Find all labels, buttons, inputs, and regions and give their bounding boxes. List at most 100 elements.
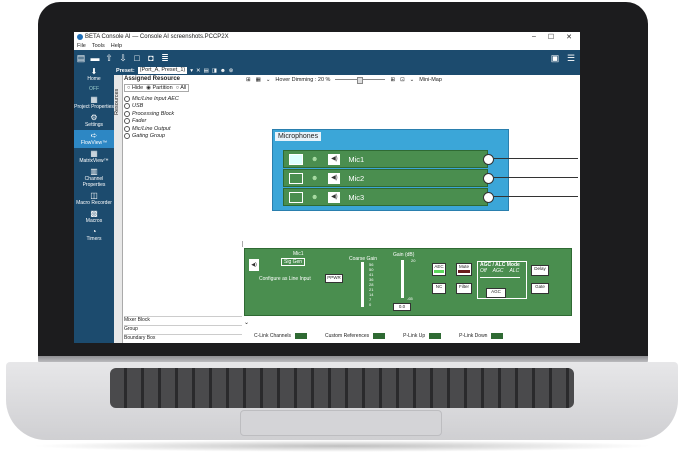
new-icon[interactable]: □ <box>132 53 142 63</box>
chevron-down-icon[interactable]: ▾ <box>190 68 193 74</box>
resources-tab[interactable]: Resources <box>114 75 123 343</box>
open-icon[interactable]: ▬ <box>90 53 100 63</box>
sidebar-item-matrixview[interactable]: ▦ MatrixView™ <box>74 148 114 166</box>
grid-icon[interactable]: ▦ <box>256 77 261 83</box>
print-icon[interactable]: ▤ <box>204 68 209 74</box>
toolbar: ▤ ▬ ⇧ ⇩ □ ◘ ≣ ▣ ☰ <box>74 50 580 66</box>
link-icon[interactable]: ⊗ <box>229 68 234 74</box>
minimize-button[interactable]: – <box>532 33 536 41</box>
mic-checkbox[interactable] <box>289 153 303 165</box>
list-item[interactable]: Mic/Line Output <box>124 125 179 133</box>
sidebar-item-macros[interactable]: ▩ Macros <box>74 208 114 226</box>
sidebar-item-home[interactable]: ⬇ Home <box>74 66 114 84</box>
mute-button[interactable]: Mute <box>456 263 472 276</box>
upload-icon[interactable]: ⇧ <box>104 53 114 64</box>
radio-hide[interactable]: ○ Hide <box>127 85 143 91</box>
layout-icon[interactable]: ◨ <box>212 68 217 74</box>
collapse-icon[interactable]: ⌄ <box>244 319 249 326</box>
agc-mode-agc[interactable]: AGC <box>493 268 504 274</box>
menu-help[interactable]: Help <box>111 43 122 49</box>
aec-button[interactable]: AEC <box>432 263 446 276</box>
sidebar-item-label: Macro Recorder <box>76 200 112 206</box>
list-item[interactable]: Processing Block <box>124 110 179 118</box>
sidebar-item-settings[interactable]: ⚙ Settings <box>74 112 114 130</box>
configure-line-input[interactable]: Configure as Line Input <box>259 276 311 282</box>
sidebar-item-label: Home <box>87 76 101 82</box>
output-node[interactable] <box>483 192 494 203</box>
output-node[interactable] <box>483 154 494 165</box>
sidebar-item-flowview[interactable]: ➪ FlowView™ <box>74 130 114 148</box>
sidebar-item-off[interactable]: OFF <box>74 84 114 94</box>
sig-gen-button[interactable]: Sig Gen <box>281 258 306 266</box>
list-item[interactable]: Gating Group <box>124 133 179 141</box>
sidebar-item-channel-properties[interactable]: ▥ Channel Properties <box>74 166 114 190</box>
list-item[interactable]: Boundary Box <box>124 334 242 343</box>
chevron-down-icon[interactable]: ⌄ <box>410 77 415 83</box>
list-item[interactable]: Mic/Line Input AEC <box>124 95 179 103</box>
hover-dimming-slider[interactable] <box>335 77 386 84</box>
output-node[interactable] <box>483 173 494 184</box>
menu-tools[interactable]: Tools <box>92 43 105 49</box>
preview-icon[interactable]: ◘ <box>146 53 156 63</box>
close-button[interactable]: ✕ <box>566 33 572 41</box>
delay-button[interactable]: Delay <box>531 265 549 276</box>
agc-mode-off[interactable]: Off <box>480 268 487 274</box>
speaker-icon: ◀) <box>328 191 341 203</box>
maximize-button[interactable]: ☐ <box>548 33 554 41</box>
download-icon[interactable]: ⇩ <box>118 53 128 64</box>
sidebar-item-macro-recorder[interactable]: ◫ Macro Recorder <box>74 190 114 208</box>
people-icon[interactable]: ☻ <box>220 68 226 74</box>
sidebar-item-label: Timers <box>86 236 102 242</box>
sidebar-item-project-properties[interactable]: ▦ Project Properties <box>74 94 114 112</box>
graph-icon[interactable]: ▤ <box>76 53 86 64</box>
agc-button[interactable]: AGC <box>486 288 506 298</box>
microphones-group[interactable]: Microphones ☻ ◀) Mic1 ☻ ◀) Mic2 ☻ ◀) Mic… <box>272 129 509 211</box>
radio-partition[interactable]: ◉ Partition <box>146 85 173 91</box>
ppwr-button[interactable]: PPWR <box>325 274 343 283</box>
zoom-icon[interactable]: ⊡ <box>400 77 405 83</box>
slider-thumb[interactable] <box>357 77 364 84</box>
mic-block-1[interactable]: ☻ ◀) Mic1 <box>283 150 494 168</box>
menu-icon[interactable]: ☰ <box>566 53 576 64</box>
select-icon[interactable]: ⊞ <box>246 77 251 83</box>
list-icon[interactable]: ≣ <box>160 53 170 64</box>
radio-all[interactable]: ○ All <box>176 85 187 91</box>
status-indicator <box>491 333 504 339</box>
gear-icon: ⚙ <box>90 113 98 122</box>
resource-panel: Resources Assigned Resource ○ Hide ◉ Par… <box>114 75 243 343</box>
status-label: C-Link Channels <box>254 333 291 339</box>
preset-label: Preset: <box>116 67 135 74</box>
zoom-fit-icon[interactable]: ⊞ <box>390 77 395 83</box>
gain-fader[interactable] <box>401 260 404 298</box>
radio-label: All <box>180 85 187 91</box>
mic-checkbox[interactable] <box>289 172 303 184</box>
chevron-down-icon[interactable]: ⌄ <box>266 77 271 83</box>
laptop-trackpad <box>240 410 442 436</box>
list-item[interactable]: Group <box>124 325 242 334</box>
people-icon: ☻ <box>311 174 319 182</box>
menu-file[interactable]: File <box>77 43 86 49</box>
list-item[interactable]: Fader <box>124 118 179 126</box>
save-icon[interactable]: ▣ <box>550 53 560 64</box>
agc-mode-alc[interactable]: ALC <box>510 268 520 274</box>
mic-checkbox[interactable] <box>289 191 303 203</box>
filter-button[interactable]: Filter <box>456 283 472 294</box>
app-logo-icon <box>77 34 83 40</box>
close-icon[interactable]: ✕ <box>196 68 201 74</box>
gain-min: -65 <box>407 296 413 301</box>
gain-value-input[interactable]: 0.0 <box>393 303 411 311</box>
nc-button[interactable]: NC <box>432 283 446 294</box>
matrix-icon: ▦ <box>90 149 98 158</box>
agc-slider[interactable] <box>480 277 520 278</box>
gate-button[interactable]: Gate <box>531 283 549 294</box>
list-item[interactable]: Mixer Block <box>124 316 242 325</box>
aec-label: AEC <box>434 264 444 269</box>
mic-block-3[interactable]: ☻ ◀) Mic3 <box>283 188 494 206</box>
list-item[interactable]: USB <box>124 103 179 111</box>
sidebar-item-timers[interactable]: ◔ Timers <box>74 226 114 244</box>
assigned-resource-heading: Assigned Resource <box>124 76 181 82</box>
coarse-gain-slider[interactable] <box>361 262 364 307</box>
flow-canvas[interactable]: ⊞ ▦ ⌄ Hover Dimming : 20 % ⊞ ⊡ ⌄ Mini-Ma… <box>242 75 580 241</box>
mic-block-2[interactable]: ☻ ◀) Mic2 <box>283 169 494 187</box>
preset-select[interactable]: (Port_A, Preset_1) <box>137 67 188 74</box>
